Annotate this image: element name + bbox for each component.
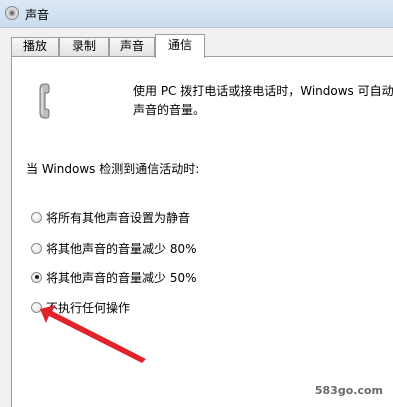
tab-recording[interactable]: 录制 xyxy=(59,37,109,56)
description-line-1: 使用 PC 拨打电话或接电话时，Windows 可自动 xyxy=(133,84,393,98)
option-reduce-80[interactable]: 将其他声音的音量减少 80% xyxy=(31,239,197,257)
telephone-handset-icon xyxy=(39,83,50,119)
option-label[interactable]: 将其他声音的音量减少 80% xyxy=(46,240,197,257)
tab-communications[interactable]: 通信 xyxy=(155,34,205,58)
radio-button[interactable] xyxy=(31,301,42,313)
option-label[interactable]: 将所有其他声音设置为静音 xyxy=(46,209,190,226)
radio-button-checked[interactable] xyxy=(31,271,42,283)
option-reduce-50[interactable]: 将其他声音的音量减少 50% xyxy=(31,268,197,286)
radio-button[interactable] xyxy=(31,242,42,254)
title-bar[interactable]: 声音 xyxy=(0,0,393,28)
option-do-nothing[interactable]: 不执行任何操作 xyxy=(31,298,130,316)
tab-strip: 播放 录制 声音 通信 xyxy=(11,34,393,58)
detect-activity-label: 当 Windows 检测到通信活动时: xyxy=(26,162,200,176)
tab-sounds[interactable]: 声音 xyxy=(109,37,155,56)
radio-button[interactable] xyxy=(31,211,42,223)
option-label[interactable]: 不执行任何操作 xyxy=(46,299,130,316)
watermark: 583go.com xyxy=(314,384,383,397)
window-title: 声音 xyxy=(25,8,50,22)
option-mute-all[interactable]: 将所有其他声音设置为静音 xyxy=(31,208,190,226)
sound-dialog: 声音 播放 录制 声音 通信 使用 PC 拨打电话或接电话时，Windows 可… xyxy=(0,0,393,407)
option-label[interactable]: 将其他声音的音量减少 50% xyxy=(46,269,197,286)
description-line-2: 声音的音量。 xyxy=(133,103,206,117)
tab-playback[interactable]: 播放 xyxy=(11,37,59,56)
speaker-settings-icon xyxy=(5,6,19,20)
communications-description: 使用 PC 拨打电话或接电话时，Windows 可自动 声音的音量。 xyxy=(133,82,393,120)
